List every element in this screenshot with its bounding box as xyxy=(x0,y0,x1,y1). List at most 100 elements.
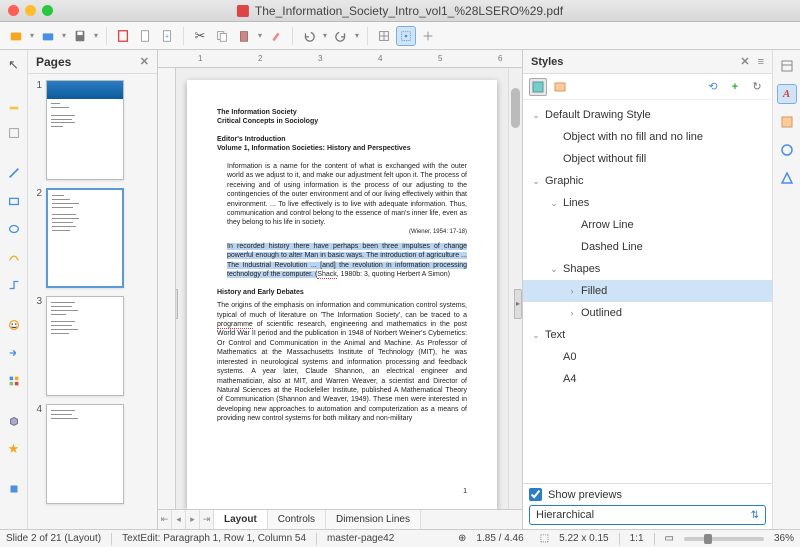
style-tree-item[interactable]: Dashed Line xyxy=(523,236,772,258)
horizontal-ruler[interactable]: 1 2 3 4 5 6 xyxy=(158,50,522,68)
style-tree-item[interactable]: Arrow Line xyxy=(523,214,772,236)
style-tree-item[interactable]: A4 xyxy=(523,368,772,390)
rect-tool[interactable] xyxy=(3,190,25,212)
paste-button[interactable] xyxy=(234,26,254,46)
star-tool[interactable]: ★ xyxy=(3,438,25,460)
connector-tool[interactable] xyxy=(3,274,25,296)
zoom-knob[interactable] xyxy=(704,534,712,544)
style-tree-item[interactable]: Object without fill xyxy=(523,148,772,170)
vscroll-thumb[interactable] xyxy=(511,88,520,128)
export-pdf-button[interactable] xyxy=(113,26,133,46)
style-tree-item[interactable]: ›Filled xyxy=(523,280,772,302)
close-styles-panel-icon[interactable]: ✕ xyxy=(740,55,749,68)
flowchart-tool[interactable] xyxy=(3,370,25,392)
redo-button[interactable] xyxy=(331,26,351,46)
vertical-ruler[interactable] xyxy=(158,68,176,509)
save-dropdown[interactable]: ▾ xyxy=(92,31,100,40)
caret-down-icon[interactable]: ⌄ xyxy=(549,198,559,209)
update-style-icon[interactable]: ↻ xyxy=(748,78,766,96)
close-pages-panel-icon[interactable]: ✕ xyxy=(140,55,149,68)
insert-page-button[interactable]: + xyxy=(157,26,177,46)
zoom-slider[interactable] xyxy=(684,537,764,541)
tab-nav-next[interactable]: ▸ xyxy=(186,510,200,529)
thumb-row[interactable]: 1 ▬▬▬▬▬▬▬▬▬▬▬▬▬▬▬▬▬▬▬▬▬▬▬▬▬▬▬▬▬▬▬▬▬▬▬▬ xyxy=(32,80,153,180)
undo-button[interactable] xyxy=(299,26,319,46)
redo-dropdown[interactable]: ▾ xyxy=(353,31,361,40)
combo-dropdown-icon[interactable]: ⇅ xyxy=(751,510,759,521)
page-workspace[interactable]: ◂ The Information Society Critical Conce… xyxy=(176,68,508,509)
page-thumbnail-2[interactable]: ▬▬▬▬▬▬▬▬▬▬▬▬▬▬▬▬▬▬▬▬▬▬▬▬▬▬▬▬▬▬▬▬▬▬▬▬▬▬▬▬… xyxy=(46,188,124,288)
maximize-window-icon[interactable] xyxy=(42,5,53,16)
grid-button[interactable] xyxy=(374,26,394,46)
fill-color-tool[interactable] xyxy=(3,94,25,116)
tab-layout[interactable]: Layout xyxy=(214,510,268,529)
splitter-handle-left[interactable]: ◂ xyxy=(176,289,178,319)
copy-button[interactable] xyxy=(212,26,232,46)
style-tree-item[interactable]: ⌄Shapes xyxy=(523,258,772,280)
symbol-tool[interactable] xyxy=(3,478,25,500)
page-thumbnail-1[interactable]: ▬▬▬▬▬▬▬▬▬▬▬▬▬▬▬▬▬▬▬▬▬▬▬▬▬▬▬▬▬▬▬▬▬▬▬▬ xyxy=(46,80,124,180)
save-button[interactable] xyxy=(70,26,90,46)
page-thumbnail-3[interactable]: ▬▬▬▬▬▬▬▬▬▬▬▬▬▬▬▬▬▬▬▬▬▬▬▬▬▬▬▬▬▬▬▬▬▬▬▬▬▬▬▬… xyxy=(46,296,124,396)
status-master[interactable]: master-page42 xyxy=(327,533,394,544)
undo-dropdown[interactable]: ▾ xyxy=(321,31,329,40)
thumb-row[interactable]: 3 ▬▬▬▬▬▬▬▬▬▬▬▬▬▬▬▬▬▬▬▬▬▬▬▬▬▬▬▬▬▬▬▬▬▬▬▬▬▬… xyxy=(32,296,153,396)
folder-button[interactable] xyxy=(38,26,58,46)
show-previews-checkbox[interactable]: Show previews xyxy=(529,488,766,501)
status-zoom[interactable]: 36% xyxy=(774,533,794,544)
cut-button[interactable]: ✂ xyxy=(190,26,210,46)
pointer-tool[interactable]: ↖ xyxy=(3,54,25,76)
style-tree-item[interactable]: ⌄Text xyxy=(523,324,772,346)
thumb-row[interactable]: 2 ▬▬▬▬▬▬▬▬▬▬▬▬▬▬▬▬▬▬▬▬▬▬▬▬▬▬▬▬▬▬▬▬▬▬▬▬▬▬… xyxy=(32,188,153,288)
style-tree-item[interactable]: ⌄Graphic xyxy=(523,170,772,192)
helplines-button[interactable] xyxy=(418,26,438,46)
style-tree-item[interactable]: ⌄Default Drawing Style xyxy=(523,104,772,126)
shapes-sidebar-icon[interactable] xyxy=(777,168,797,188)
page-thumbnail-4[interactable]: ▬▬▬▬▬▬▬▬▬▬▬▬▬▬▬▬▬▬▬▬▬▬▬▬ xyxy=(46,404,124,504)
vertical-scrollbar[interactable]: ▸ xyxy=(508,68,522,509)
tab-nav-last[interactable]: ⇥ xyxy=(200,510,214,529)
style-tree-item[interactable]: Object with no fill and no line xyxy=(523,126,772,148)
new-style-icon[interactable]: + xyxy=(726,78,744,96)
arrow-shapes-tool[interactable] xyxy=(3,342,25,364)
clone-format-button[interactable] xyxy=(266,26,286,46)
properties-sidebar-icon[interactable] xyxy=(777,56,797,76)
panel-menu-icon[interactable]: ≡ xyxy=(758,56,764,68)
open-dropdown[interactable]: ▾ xyxy=(28,31,36,40)
styles-sidebar-icon[interactable]: A xyxy=(777,84,797,104)
tab-controls[interactable]: Controls xyxy=(268,510,326,529)
3d-tool[interactable] xyxy=(3,410,25,432)
line-tool[interactable] xyxy=(3,162,25,184)
caret-down-icon[interactable]: ⌄ xyxy=(549,264,559,275)
gradient-tool[interactable] xyxy=(3,122,25,144)
folder-dropdown[interactable]: ▾ xyxy=(60,31,68,40)
caret-down-icon[interactable]: ⌄ xyxy=(531,110,541,121)
navigator-sidebar-icon[interactable] xyxy=(777,140,797,160)
tab-nav-prev[interactable]: ◂ xyxy=(172,510,186,529)
close-window-icon[interactable] xyxy=(8,5,19,16)
snap-button[interactable] xyxy=(396,26,416,46)
minimize-window-icon[interactable] xyxy=(25,5,36,16)
caret-down-icon[interactable]: ⌄ xyxy=(531,176,541,187)
open-button[interactable] xyxy=(6,26,26,46)
caret-down-icon[interactable]: ⌄ xyxy=(531,330,541,341)
thumb-row[interactable]: 4 ▬▬▬▬▬▬▬▬▬▬▬▬▬▬▬▬▬▬▬▬▬▬▬▬ xyxy=(32,404,153,504)
show-previews-input[interactable] xyxy=(529,488,542,501)
graphic-styles-icon[interactable] xyxy=(529,78,547,96)
tab-dimension-lines[interactable]: Dimension Lines xyxy=(326,510,421,529)
caret-right-icon[interactable]: › xyxy=(567,286,577,296)
zoom-fit-icon[interactable]: ▭ xyxy=(665,533,674,544)
document-page[interactable]: The Information Society Critical Concept… xyxy=(187,80,497,509)
tab-nav-first[interactable]: ⇤ xyxy=(158,510,172,529)
basic-shapes-tool[interactable] xyxy=(3,314,25,336)
new-doc-button[interactable] xyxy=(135,26,155,46)
paste-dropdown[interactable]: ▾ xyxy=(256,31,264,40)
status-slide[interactable]: Slide 2 of 21 (Layout) xyxy=(6,533,101,544)
ellipse-tool[interactable] xyxy=(3,218,25,240)
gallery-sidebar-icon[interactable] xyxy=(777,112,797,132)
presentation-styles-icon[interactable] xyxy=(551,78,569,96)
caret-right-icon[interactable]: › xyxy=(567,308,577,318)
splitter-handle-right[interactable]: ▸ xyxy=(514,289,522,319)
style-filter-combo[interactable]: Hierarchical ⇅ xyxy=(529,505,766,525)
style-tree-item[interactable]: ⌄Lines xyxy=(523,192,772,214)
